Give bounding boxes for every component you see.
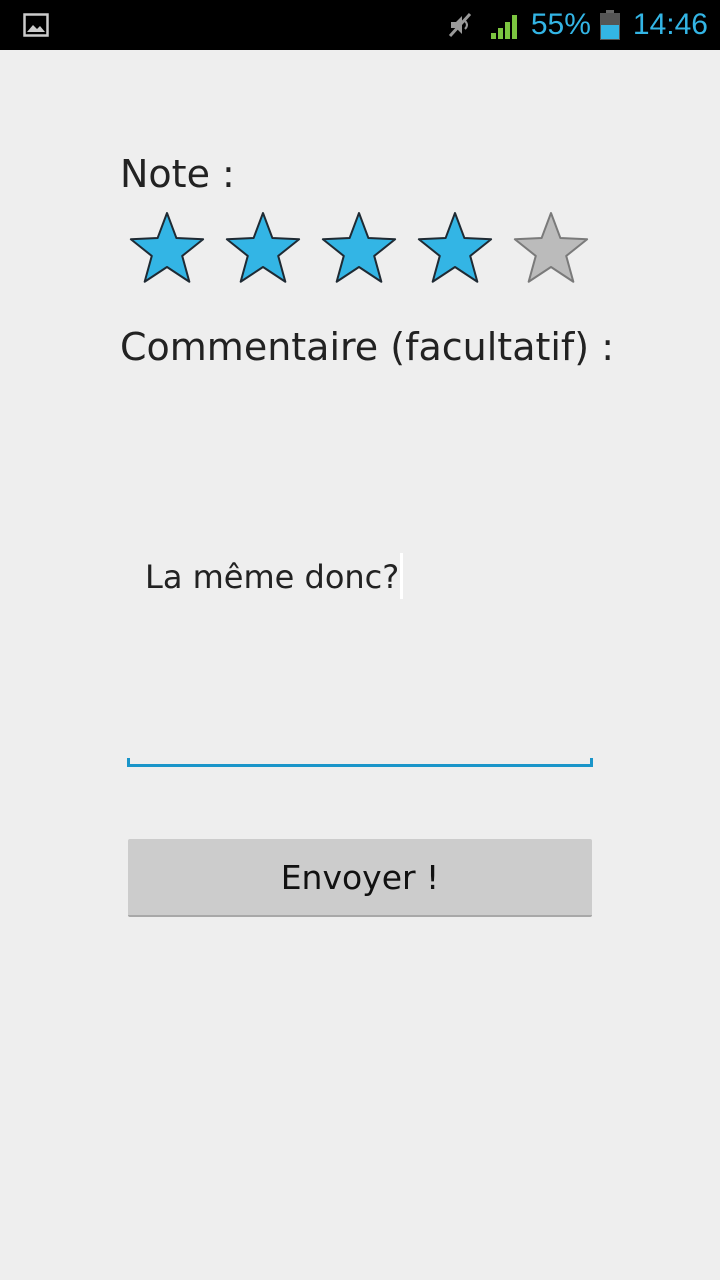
- comment-value[interactable]: La même donc?: [145, 558, 399, 596]
- star-filled-icon[interactable]: [127, 210, 207, 288]
- input-underline-tick-right: [590, 758, 593, 767]
- send-button[interactable]: Envoyer !: [128, 839, 592, 917]
- comment-label: Commentaire (facultatif) :: [120, 325, 615, 369]
- star-shape: [321, 212, 397, 283]
- comment-input[interactable]: La même donc?: [127, 385, 593, 767]
- star-filled-icon[interactable]: [223, 210, 303, 288]
- gallery-icon: [23, 13, 49, 37]
- input-underline-tick-left: [127, 758, 130, 767]
- mute-icon: [448, 12, 471, 38]
- comment-text-row[interactable]: La même donc?: [145, 553, 404, 599]
- star-filled-icon[interactable]: [415, 210, 495, 288]
- rating-bar[interactable]: [127, 210, 591, 288]
- rating-label: Note :: [120, 152, 235, 196]
- signal-icon: [490, 15, 517, 39]
- text-cursor: [400, 553, 404, 599]
- star-shape: [129, 212, 205, 283]
- status-time: 14:46: [632, 8, 708, 41]
- battery-icon: [599, 10, 620, 40]
- battery-percent: 55%: [530, 8, 591, 41]
- star-empty-icon[interactable]: [511, 210, 591, 288]
- status-bar-right: 55% 14:46: [445, 0, 708, 50]
- input-underline: [127, 764, 593, 767]
- status-bar: 55% 14:46: [0, 0, 720, 50]
- star-filled-icon[interactable]: [319, 210, 399, 288]
- star-shape: [513, 212, 589, 283]
- star-shape: [225, 212, 301, 283]
- star-shape: [417, 212, 493, 283]
